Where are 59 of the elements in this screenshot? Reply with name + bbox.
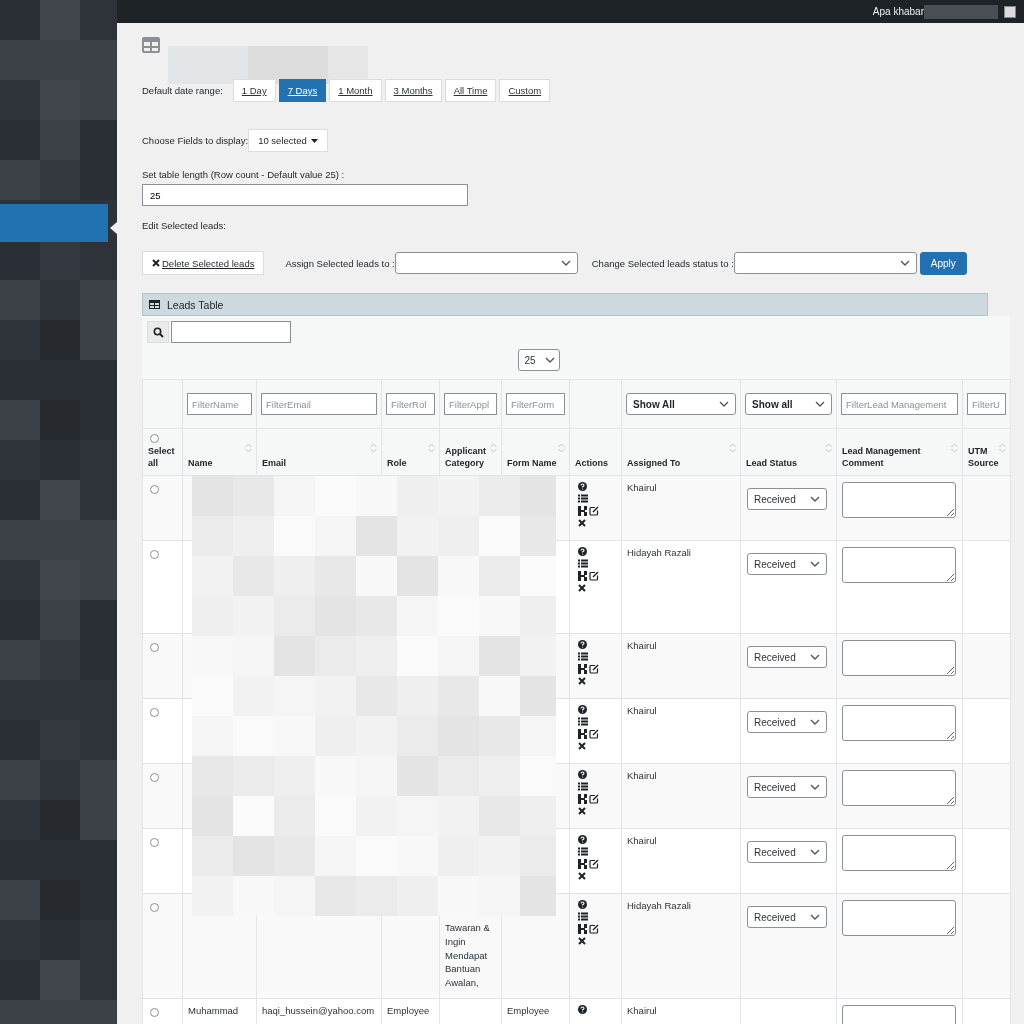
date-range-button[interactable]: 1 Day <box>232 79 276 102</box>
date-range-button[interactable]: 3 Months <box>384 79 442 102</box>
column-header[interactable]: Lead Status <box>746 456 832 469</box>
column-header[interactable]: Applicant Category <box>445 444 497 469</box>
lead-status-select[interactable]: Received <box>747 646 827 668</box>
date-range-button[interactable]: 1 Month <box>329 79 382 102</box>
date-range-button[interactable]: 7 Days <box>278 79 327 102</box>
table-length-label: Set table length (Row count - Default value 25) : <box>142 169 346 180</box>
lead-status-select[interactable]: Received <box>747 906 827 928</box>
fields-label: Choose Fields to display: <box>142 135 249 146</box>
table-cell: Muhammad <box>188 1005 239 1016</box>
assign-label: Assign Selected leads to : <box>285 257 395 269</box>
table-cell: haqi_hussein@yahoo.com <box>262 1005 375 1016</box>
filter-field[interactable]: FilterEmail <box>261 393 377 415</box>
table-cell-text: Tawaran & Ingin Mendapat Bantuan Awalan, <box>445 921 491 990</box>
filter-field[interactable]: FilterU <box>967 393 1006 415</box>
table-cell: Khairul <box>627 640 657 651</box>
edit-label: Edit Selected leads: <box>142 220 227 231</box>
table-cell: Employee <box>507 1005 550 1016</box>
lead-status-select[interactable]: Received <box>747 776 827 798</box>
column-header[interactable]: UTM Source <box>968 444 1006 469</box>
column-header[interactable]: Role <box>387 456 435 469</box>
fields-dropdown[interactable]: 10 selected <box>248 129 329 152</box>
table-cell: Khairul <box>627 835 657 846</box>
date-range-button[interactable]: All Time <box>444 79 497 102</box>
column-header[interactable]: Email <box>262 456 377 469</box>
date-range-button[interactable]: Custom <box>499 79 551 102</box>
table-cell: Khairul <box>627 482 657 493</box>
table-cell: Hidayah Razali <box>627 900 691 911</box>
lead-status-select[interactable]: Received <box>747 553 827 575</box>
table-cell: Hidayah Razali <box>627 547 691 558</box>
lead-status-select[interactable]: Received <box>747 841 827 863</box>
table-cell: Khairul <box>627 770 657 781</box>
date-range-label: Default date range: <box>142 85 223 96</box>
table-cell: Khairul <box>627 1005 657 1016</box>
status-label: Change Selected leads status to : <box>591 257 734 269</box>
lead-status-select[interactable]: Received <box>747 711 827 733</box>
delete-button[interactable]: Delete Selected leads <box>142 251 265 275</box>
filter-field[interactable]: FilterForm <box>506 393 565 415</box>
lead-status-select[interactable]: Received <box>747 488 827 510</box>
table-cell: Khairul <box>627 705 657 716</box>
filter-field[interactable]: FilterRol <box>386 393 435 415</box>
table-cell: Employee <box>387 1005 430 1016</box>
filter-field[interactable]: FilterName <box>187 393 252 415</box>
column-header[interactable]: Assigned To <box>627 456 736 469</box>
greeting-text: Apa khabar <box>872 6 924 17</box>
column-header[interactable]: Actions <box>575 456 617 469</box>
column-header[interactable]: Form Name <box>507 456 565 469</box>
panel-title: Leads Table <box>167 298 224 311</box>
column-header[interactable]: Select all <box>148 444 178 469</box>
page-length-select[interactable]: 25 <box>517 349 560 371</box>
table-length-field[interactable]: 25 <box>142 184 468 206</box>
column-header[interactable]: Name <box>188 456 252 469</box>
filter-field[interactable]: FilterAppl <box>444 393 497 415</box>
filter-select[interactable]: Show All <box>626 393 736 415</box>
filter-field[interactable]: FilterLead Management <box>841 393 958 415</box>
filter-select[interactable]: Show all <box>745 393 832 415</box>
column-header[interactable]: Lead Management Comment <box>842 444 958 469</box>
apply-button[interactable]: Apply <box>919 251 967 275</box>
